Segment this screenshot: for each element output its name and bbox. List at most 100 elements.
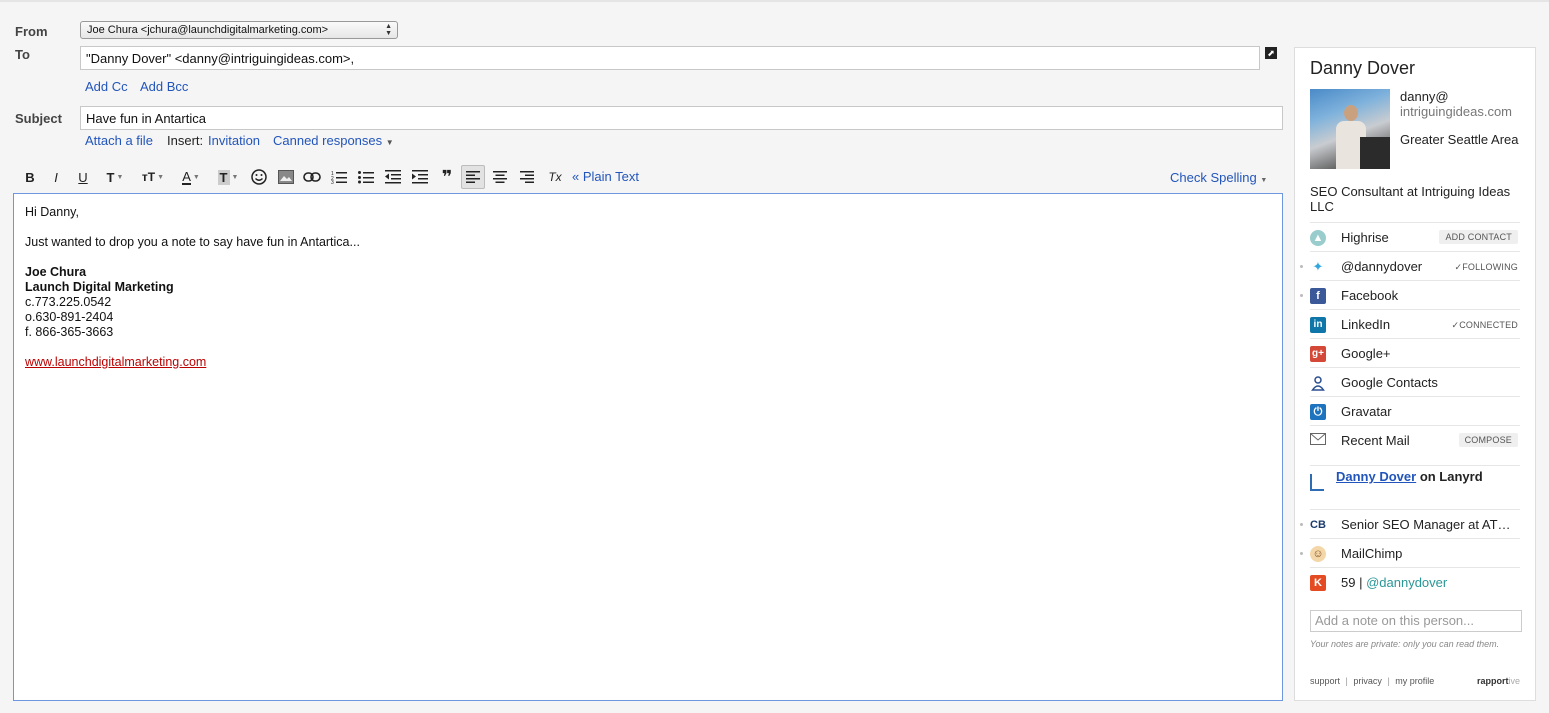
sidebar-item-mailchimp[interactable]: ☺ MailChimp	[1300, 538, 1520, 567]
signature-website-link[interactable]: www.launchdigitalmarketing.com	[25, 355, 206, 369]
chevron-down-icon: ▼	[385, 138, 394, 147]
outdent-icon	[385, 170, 401, 184]
italic-button[interactable]: I	[44, 165, 68, 189]
insert-label: Insert:	[167, 133, 204, 148]
my-profile-link[interactable]: my profile	[1395, 676, 1434, 686]
sidebar-item-googleplus[interactable]: g+ Google+	[1310, 338, 1520, 367]
sidebar-item-label: LinkedIn	[1341, 317, 1391, 332]
underline-button[interactable]: U	[71, 165, 95, 189]
add-bcc-link[interactable]: Add Bcc	[140, 79, 188, 94]
sidebar-item-gravatar[interactable]: ⏻ Gravatar	[1310, 396, 1520, 425]
attach-file-link[interactable]: Attach a file	[85, 133, 153, 148]
numbered-list-button[interactable]: 123	[327, 165, 351, 189]
insert-image-button[interactable]	[274, 165, 298, 189]
footer-separator: |	[1387, 676, 1390, 686]
google-plus-icon: g+	[1310, 346, 1326, 362]
add-contact-button[interactable]: ADD CONTACT	[1439, 230, 1518, 244]
add-note-input[interactable]: Add a note on this person...	[1310, 610, 1522, 632]
indent-icon	[412, 170, 428, 184]
align-left-icon	[466, 171, 480, 183]
svg-text:3: 3	[331, 180, 334, 184]
subject-label: Subject	[15, 111, 62, 126]
chevron-down-icon: ▼	[1260, 177, 1268, 184]
footer-separator: |	[1345, 676, 1348, 686]
klout-handle-link[interactable]: @dannydover	[1366, 575, 1447, 590]
contact-email-domain: intriguingideas.com	[1400, 104, 1513, 119]
quote-button[interactable]: ❞	[435, 165, 459, 189]
text-color-button[interactable]: A ▼	[174, 165, 208, 189]
subject-field[interactable]: Have fun in Antartica	[80, 106, 1283, 130]
plain-text-link[interactable]: « Plain Text	[572, 169, 639, 184]
sidebar-item-label: Highrise	[1341, 230, 1389, 245]
sidebar-item-highrise[interactable]: ▲ Highrise ADD CONTACT	[1310, 222, 1520, 251]
message-body-editor[interactable]: Hi Danny, Just wanted to drop you a note…	[13, 193, 1283, 701]
emoji-button[interactable]	[247, 165, 271, 189]
chevron-down-icon: ▼	[157, 173, 165, 181]
remove-formatting-button[interactable]: Tx	[543, 165, 567, 189]
link-icon	[303, 172, 321, 182]
from-select[interactable]: Joe Chura <jchura@launchdigitalmarketing…	[80, 21, 398, 39]
chevron-down-icon: ▼	[192, 173, 200, 181]
greeting-text: Hi Danny,	[25, 205, 79, 219]
clear-format-icon: Tx	[548, 170, 562, 184]
sidebar-footer: support | privacy | my profile	[1310, 676, 1434, 686]
lanyrd-profile-link[interactable]: Danny Dover	[1336, 469, 1416, 484]
formatting-toolbar: B I U T ▼ тT ▼ A ▼ T ▼ 123 ❞ Tx	[18, 165, 658, 189]
privacy-link[interactable]: privacy	[1353, 676, 1382, 686]
support-link[interactable]: support	[1310, 676, 1340, 686]
sidebar-item-google-contacts[interactable]: Google Contacts	[1310, 367, 1520, 396]
popout-icon[interactable]: ⬈	[1265, 47, 1277, 59]
compose-button[interactable]: COMPOSE	[1458, 433, 1518, 447]
align-center-button[interactable]	[488, 165, 512, 189]
contact-title: SEO Consultant at Intriguing Ideas LLC	[1310, 184, 1511, 214]
facebook-icon: f	[1310, 288, 1326, 304]
avatar	[1310, 89, 1390, 169]
font-size-button[interactable]: тT ▼	[136, 165, 170, 189]
bold-button[interactable]: B	[18, 165, 42, 189]
sidebar-item-crunchbase[interactable]: CB Senior SEO Manager at AT…	[1300, 509, 1520, 538]
chevron-down-icon: ▼	[231, 173, 239, 181]
top-divider	[0, 0, 1549, 2]
sidebar-item-twitter[interactable]: ✦ @dannydover ✓FOLLOWING	[1300, 251, 1520, 280]
person-icon	[1310, 375, 1326, 391]
align-left-button[interactable]	[461, 165, 485, 189]
twitter-bird-icon: ✦	[1312, 259, 1324, 274]
image-icon	[278, 170, 294, 184]
connected-badge: ✓CONNECTED	[1451, 320, 1518, 330]
align-right-button[interactable]	[515, 165, 539, 189]
highrise-icon: ▲	[1310, 230, 1326, 246]
to-label: To	[15, 47, 30, 62]
crunchbase-icon: CB	[1310, 519, 1326, 531]
sidebar-item-label: Gravatar	[1341, 404, 1392, 419]
sidebar-item-facebook[interactable]: f Facebook	[1300, 280, 1520, 309]
sidebar-item-linkedin[interactable]: in LinkedIn ✓CONNECTED	[1310, 309, 1520, 338]
indent-less-button[interactable]	[381, 165, 405, 189]
signature-name: Joe Chura	[25, 265, 87, 279]
indent-more-button[interactable]	[408, 165, 432, 189]
from-select-value: Joe Chura <jchura@launchdigitalmarketing…	[87, 24, 329, 36]
linkedin-icon: in	[1310, 317, 1326, 333]
sidebar-item-recent-mail[interactable]: Recent Mail COMPOSE	[1310, 425, 1520, 454]
check-spelling-link[interactable]: Check Spelling ▼	[1170, 170, 1267, 185]
invitation-link[interactable]: Invitation	[208, 133, 260, 148]
to-field[interactable]: "Danny Dover" <danny@intriguingideas.com…	[80, 46, 1260, 70]
bulleted-list-icon	[358, 171, 374, 184]
bulleted-list-button[interactable]	[354, 165, 378, 189]
lanyrd-icon	[1310, 474, 1324, 491]
rapportive-logo[interactable]: rapportive	[1477, 676, 1520, 686]
signature-company: Launch Digital Marketing	[25, 280, 174, 294]
lanyrd-suffix: on Lanyrd	[1416, 469, 1483, 484]
sidebar-item-label: Facebook	[1341, 288, 1399, 303]
highlight-button[interactable]: T ▼	[211, 165, 245, 189]
sidebar-item-label: Recent Mail	[1341, 433, 1410, 448]
from-label: From	[15, 24, 48, 39]
sidebar-item-label: @dannydover	[1341, 259, 1423, 274]
align-right-icon	[520, 171, 534, 183]
canned-responses-link[interactable]: Canned responses ▼	[273, 133, 394, 148]
font-button[interactable]: T ▼	[98, 165, 132, 189]
insert-link-button[interactable]	[300, 165, 324, 189]
sidebar-item-klout[interactable]: K 59 | @dannydover	[1310, 567, 1520, 596]
numbered-list-icon: 123	[331, 171, 347, 184]
add-cc-link[interactable]: Add Cc	[85, 79, 128, 94]
contact-sidebar: Danny Dover danny@ intriguingideas.com G…	[1294, 47, 1536, 701]
